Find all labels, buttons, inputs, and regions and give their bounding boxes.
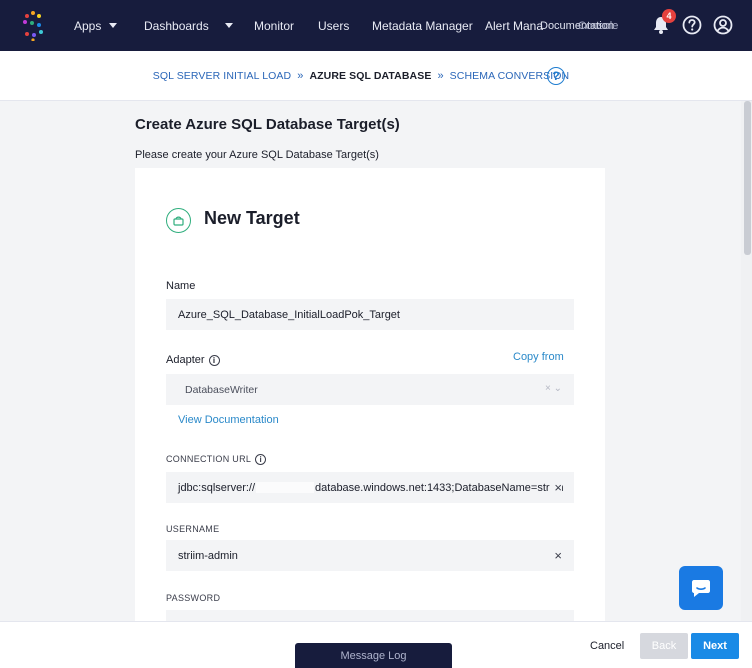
password-label: PASSWORD — [166, 593, 221, 603]
nav-alert-manager[interactable]: Alert Manager — [485, 0, 543, 51]
card-title: New Target — [204, 208, 300, 228]
nav-dashboards[interactable]: Dashboards — [144, 0, 233, 51]
help-icon[interactable] — [681, 14, 703, 36]
nav-dashboards-label: Dashboards — [144, 18, 209, 33]
clear-icon[interactable]: × — [554, 548, 562, 563]
nav-metadata-manager[interactable]: Metadata Manager — [372, 0, 473, 51]
nav-apps[interactable]: Apps — [74, 0, 118, 51]
redacted-region — [256, 482, 315, 493]
breadcrumb-azure-sql-database: AZURE SQL DATABASE — [309, 69, 432, 82]
double-chevron-right-icon: » — [437, 69, 444, 82]
back-button[interactable]: Back — [640, 633, 688, 659]
adapter-select[interactable]: DatabaseWriter × ⌄ — [166, 374, 574, 405]
username-value: striim-admin — [178, 549, 238, 562]
cancel-button[interactable]: Cancel — [590, 633, 624, 659]
nav-users[interactable]: Users — [318, 0, 349, 51]
next-button[interactable]: Next — [691, 633, 739, 659]
logo-icon[interactable] — [20, 9, 46, 41]
name-input[interactable]: Azure_SQL_Database_InitialLoadPok_Target — [166, 299, 574, 330]
nav-monitor[interactable]: Monitor — [254, 0, 294, 51]
name-value: Azure_SQL_Database_InitialLoadPok_Target — [178, 308, 400, 321]
chevron-down-icon — [224, 23, 233, 28]
chat-button[interactable] — [679, 566, 723, 610]
connection-url-prefix: jdbc:sqlserver:// — [178, 481, 256, 494]
nav-console-label: Console — [578, 19, 619, 32]
target-icon — [166, 208, 191, 233]
name-label: Name — [166, 280, 196, 292]
connection-url-input[interactable]: jdbc:sqlserver:// database.windows.net:14… — [166, 472, 574, 503]
account-icon[interactable] — [712, 14, 734, 36]
connection-url-suffix: database.windows.net:1433;DatabaseName=s… — [315, 481, 564, 494]
double-chevron-right-icon: » — [297, 69, 304, 82]
copy-from-link[interactable]: Copy from — [513, 351, 564, 363]
clear-icon[interactable]: × — [550, 480, 562, 495]
select-controls-icon[interactable]: × ⌄ — [545, 383, 562, 394]
nav-monitor-label: Monitor — [254, 18, 295, 33]
nav-console[interactable]: Console — [578, 0, 618, 51]
wizard-help-icon[interactable]: ? — [547, 67, 565, 85]
view-documentation-link[interactable]: View Documentation — [178, 414, 279, 426]
adapter-label-text: Adapter — [166, 354, 205, 366]
nav-users-label: Users — [318, 18, 350, 33]
breadcrumb: SQL SERVER INITIAL LOAD » AZURE SQL DATA… — [0, 51, 752, 101]
message-log-tab[interactable]: Message Log — [295, 643, 452, 668]
connection-url-label-text: CONNECTION URL — [166, 454, 252, 464]
notification-badge: 4 — [662, 9, 676, 23]
page-subtitle: Please create your Azure SQL Database Ta… — [135, 149, 379, 161]
username-label: USERNAME — [166, 524, 220, 534]
info-icon[interactable]: i — [255, 454, 267, 466]
nav-apps-label: Apps — [74, 18, 102, 33]
username-input[interactable]: striim-admin × — [166, 540, 574, 571]
connection-url-label: CONNECTION URL i — [166, 454, 267, 466]
nav-alert-manager-label: Alert Manager — [485, 18, 543, 33]
page-title: Create Azure SQL Database Target(s) — [135, 116, 400, 133]
scrollbar-thumb[interactable] — [744, 101, 751, 255]
chevron-down-icon — [109, 23, 118, 28]
nav-metadata-manager-label: Metadata Manager — [372, 18, 473, 33]
breadcrumb-sql-server-initial-load[interactable]: SQL SERVER INITIAL LOAD — [153, 70, 291, 82]
chat-bubble-icon — [692, 580, 710, 597]
password-input[interactable] — [166, 610, 574, 621]
info-icon[interactable]: i — [208, 354, 220, 366]
adapter-value: DatabaseWriter — [185, 383, 258, 396]
top-nav: Apps Dashboards Monitor Users Metadata M… — [0, 0, 752, 51]
adapter-label: Adapter i — [166, 354, 220, 366]
